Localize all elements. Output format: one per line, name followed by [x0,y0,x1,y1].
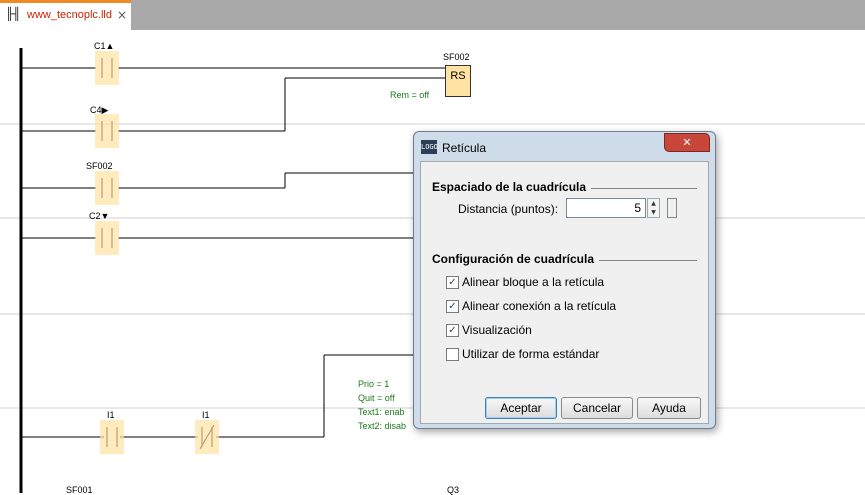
close-icon[interactable]: × [117,8,127,22]
rs-block[interactable]: RS [445,65,471,97]
checkbox-display[interactable]: ✓ [446,324,459,337]
close-icon: ✕ [682,136,692,149]
tab-title: www_tecnoplc.lld [27,9,112,21]
distance-label: Distancia (puntos): [458,202,559,216]
tab-document[interactable]: ╟╢ www_tecnoplc.lld × [0,0,131,30]
bracket-icon [667,198,677,218]
rem-param: Rem = off [390,90,430,100]
chevron-up-icon[interactable]: ▲ [648,199,659,208]
contact-label-c1: C1▲ [94,41,115,51]
help-button[interactable]: Ayuda [637,397,701,419]
contact-label-i1-nc: I1 [202,410,210,420]
contact-i1-nc[interactable] [195,420,219,454]
contact-label-sf002: SF002 [86,161,113,171]
text1-param: Text1: enab [358,407,405,417]
section-spacing-title: Espaciado de la cuadrícula [432,180,587,194]
contact-label-c2: C2▼ [89,211,110,221]
contact-c2[interactable] [95,221,119,255]
distance-input[interactable] [566,198,646,218]
dialog-close-button[interactable]: ✕ [664,133,710,152]
grid-app-icon: LOGO [421,140,438,154]
checkbox-use-default-label: Utilizar de forma estándar [462,347,600,361]
block-label-sf002: SF002 [443,52,470,62]
contact-sf002[interactable] [95,171,119,205]
cancel-button[interactable]: Cancelar [561,397,633,419]
checkbox-snap-block-label: Alinear bloque a la retícula [462,275,605,289]
ladder-icon: ╟╢ [6,7,21,21]
section-grid-config-title: Configuración de cuadrícula [432,252,595,266]
text2-param: Text2: disab [358,421,407,431]
contact-i1-no[interactable] [100,420,124,454]
tab-bar: ╟╢ www_tecnoplc.lld × [0,0,865,30]
section-spacing-divider [591,188,697,189]
contact-label-i1-no: I1 [107,410,115,420]
contact-c4[interactable] [95,114,119,148]
checkbox-snap-connection[interactable]: ✓ [446,300,459,313]
section-grid-config-divider [599,260,697,261]
ok-button[interactable]: Aceptar [485,397,557,419]
checkbox-snap-block[interactable]: ✓ [446,276,459,289]
distance-stepper[interactable]: ▲ ▼ [647,198,660,218]
quit-param: Quit = off [358,393,395,403]
block-label-sf001: SF001 [66,485,93,495]
dialog-title: Retícula [442,141,487,155]
checkbox-display-label: Visualización [462,323,532,337]
checkbox-snap-connection-label: Alinear conexión a la retícula [462,299,617,313]
output-label-q3: Q3 [447,485,460,495]
contact-label-c4: C4▶ [90,105,109,115]
prio-param: Prio = 1 [358,379,390,389]
chevron-down-icon[interactable]: ▼ [648,208,659,217]
dialog-body: Espaciado de la cuadrícula Distancia (pu… [420,161,709,424]
rs-block-label: RS [450,70,466,82]
grid-dialog: LOGO Retícula ✕ Espaciado de la cuadrícu… [413,131,716,429]
checkbox-use-default[interactable] [446,348,459,361]
contact-c1[interactable] [95,51,119,85]
